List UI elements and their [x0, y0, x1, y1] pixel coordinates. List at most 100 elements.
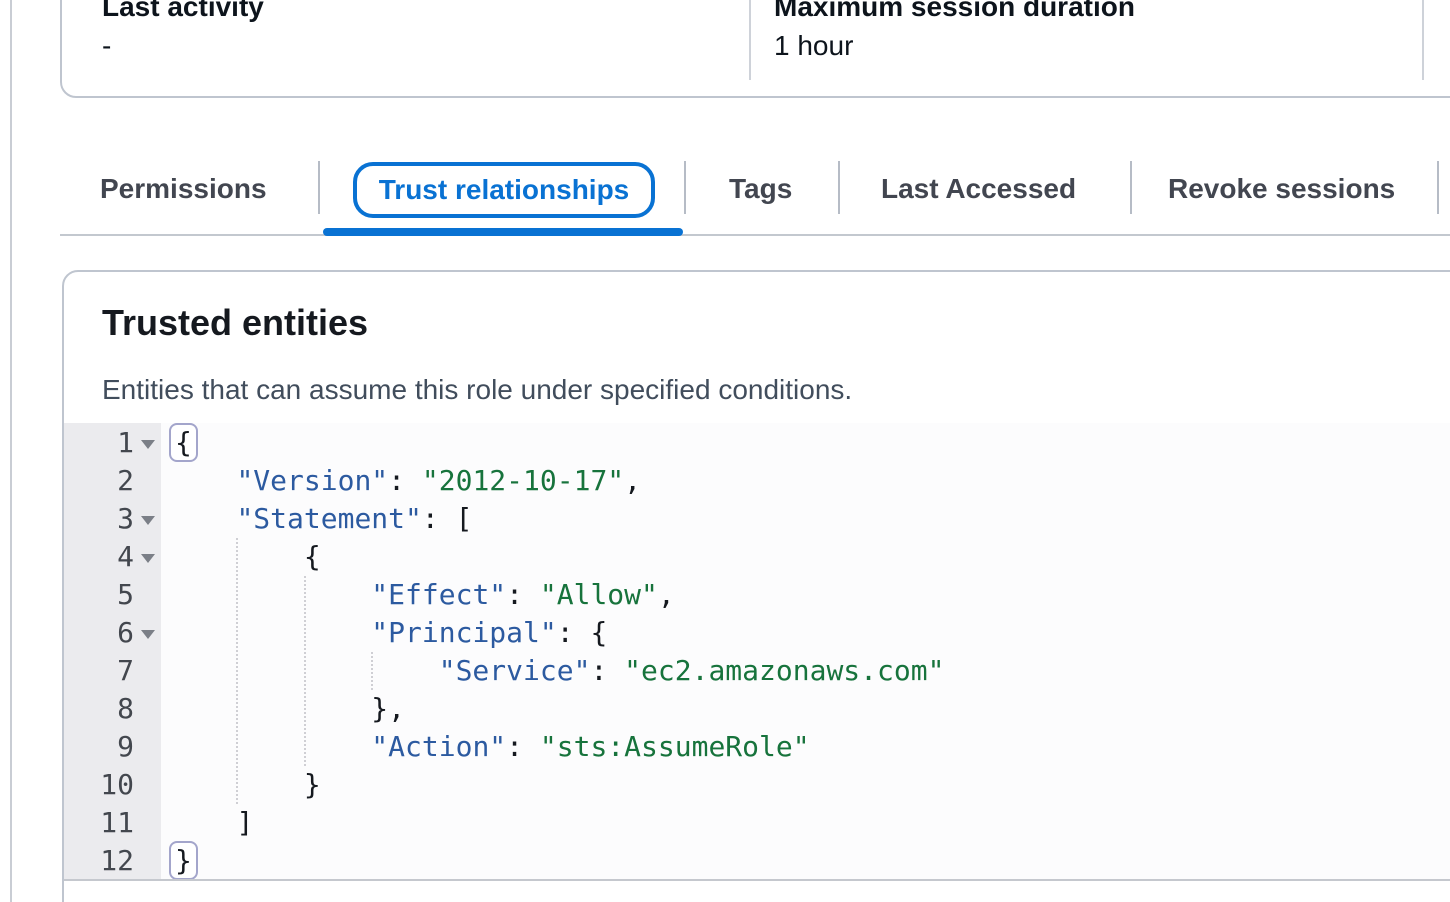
- iam-role-details-page: Last activity - Maximum session duration…: [0, 0, 1450, 902]
- matched-bracket-highlight: }: [169, 841, 198, 880]
- last-activity-value: -: [102, 28, 264, 64]
- active-tab-underline: [323, 228, 683, 236]
- indent-guide: [304, 576, 306, 766]
- code-token: [169, 502, 236, 535]
- code-line[interactable]: ]: [161, 804, 1450, 842]
- line-number[interactable]: 12: [64, 842, 134, 880]
- editor-gutter: 123456789101112: [64, 423, 161, 879]
- code-line[interactable]: "Principal": {: [161, 614, 1450, 652]
- column-divider: [1422, 0, 1424, 80]
- code-token: [169, 616, 371, 649]
- gutter-row[interactable]: 9: [64, 728, 161, 766]
- indent-guide: [371, 652, 373, 690]
- code-token: "Version": [236, 464, 388, 497]
- code-line[interactable]: "Effect": "Allow",: [161, 576, 1450, 614]
- gutter-row[interactable]: 3: [64, 500, 161, 538]
- tab-revoke-sessions[interactable]: Revoke sessions: [1168, 163, 1395, 215]
- line-number[interactable]: 3: [64, 500, 134, 538]
- code-line[interactable]: "Statement": [: [161, 500, 1450, 538]
- code-token: :: [506, 578, 540, 611]
- gutter-row[interactable]: 8: [64, 690, 161, 728]
- code-line[interactable]: {: [161, 424, 1450, 462]
- side-panel-edge: [10, 0, 12, 902]
- code-line[interactable]: "Version": "2012-10-17",: [161, 462, 1450, 500]
- fold-toggle-icon[interactable]: [141, 554, 155, 563]
- code-token: },: [371, 692, 405, 725]
- trusted-entities-title: Trusted entities: [102, 302, 368, 344]
- line-number[interactable]: 1: [64, 424, 134, 462]
- line-number[interactable]: 11: [64, 804, 134, 842]
- trusted-entities-description: Entities that can assume this role under…: [102, 370, 852, 410]
- role-summary-card: Last activity - Maximum session duration…: [60, 0, 1450, 98]
- gutter-row[interactable]: 5: [64, 576, 161, 614]
- tab-trust-relationships[interactable]: Trust relationships: [353, 162, 655, 218]
- last-activity-label: Last activity: [102, 0, 264, 24]
- tab-divider: [838, 161, 840, 214]
- tab-divider: [1437, 161, 1439, 214]
- summary-column-last-activity: Last activity -: [102, 0, 264, 64]
- code-line[interactable]: {: [161, 538, 1450, 576]
- code-token: [169, 578, 371, 611]
- max-session-duration-label: Maximum session duration: [774, 0, 1135, 24]
- code-token: : [: [422, 502, 473, 535]
- code-token: [169, 806, 236, 839]
- line-number[interactable]: 4: [64, 538, 134, 576]
- line-number[interactable]: 8: [64, 690, 134, 728]
- editor-code: { "Version": "2012-10-17", "Statement": …: [161, 423, 1450, 879]
- code-line[interactable]: }: [161, 766, 1450, 804]
- line-number[interactable]: 6: [64, 614, 134, 652]
- tab-permissions[interactable]: Permissions: [100, 163, 267, 215]
- code-line[interactable]: },: [161, 690, 1450, 728]
- code-token: "sts:AssumeRole": [540, 730, 810, 763]
- code-token: {: [304, 540, 321, 573]
- code-token: "Service": [439, 654, 591, 687]
- code-token: [169, 464, 236, 497]
- fold-toggle-icon[interactable]: [141, 630, 155, 639]
- indent-guide: [236, 538, 238, 804]
- tab-last-accessed[interactable]: Last Accessed: [881, 163, 1076, 215]
- fold-toggle-icon[interactable]: [141, 440, 155, 449]
- gutter-row[interactable]: 6: [64, 614, 161, 652]
- line-number[interactable]: 2: [64, 462, 134, 500]
- line-number[interactable]: 5: [64, 576, 134, 614]
- gutter-row[interactable]: 4: [64, 538, 161, 576]
- tabs-bottom-rule: [60, 234, 1450, 236]
- tab-divider: [684, 161, 686, 214]
- code-token: "ec2.amazonaws.com": [624, 654, 944, 687]
- tab-tags[interactable]: Tags: [729, 163, 792, 215]
- gutter-row[interactable]: 10: [64, 766, 161, 804]
- code-token: [169, 730, 371, 763]
- code-token: "Statement": [236, 502, 421, 535]
- code-token: "Action": [371, 730, 506, 763]
- code-token: : {: [557, 616, 608, 649]
- code-token: "2012-10-17": [422, 464, 624, 497]
- code-token: "Allow": [540, 578, 658, 611]
- line-number[interactable]: 9: [64, 728, 134, 766]
- column-divider: [749, 0, 751, 80]
- matched-bracket-highlight: {: [169, 423, 198, 462]
- gutter-row[interactable]: 1: [64, 424, 161, 462]
- code-token: ,: [624, 464, 641, 497]
- fold-toggle-icon[interactable]: [141, 516, 155, 525]
- code-token: }: [304, 768, 321, 801]
- gutter-row[interactable]: 7: [64, 652, 161, 690]
- gutter-row[interactable]: 2: [64, 462, 161, 500]
- code-token: ]: [236, 806, 253, 839]
- code-line[interactable]: "Action": "sts:AssumeRole": [161, 728, 1450, 766]
- code-token: [169, 692, 371, 725]
- code-token: :: [506, 730, 540, 763]
- line-number[interactable]: 7: [64, 652, 134, 690]
- tab-trust-relationships-label: Trust relationships: [379, 174, 630, 206]
- line-number[interactable]: 10: [64, 766, 134, 804]
- code-token: "Effect": [371, 578, 506, 611]
- trust-policy-json-editor[interactable]: 123456789101112 { "Version": "2012-10-17…: [64, 423, 1450, 881]
- code-token: "Principal": [371, 616, 556, 649]
- gutter-row[interactable]: 11: [64, 804, 161, 842]
- code-line[interactable]: "Service": "ec2.amazonaws.com": [161, 652, 1450, 690]
- tab-divider: [318, 161, 320, 214]
- max-session-duration-value: 1 hour: [774, 28, 1135, 64]
- gutter-row[interactable]: 12: [64, 842, 161, 880]
- code-token: :: [388, 464, 422, 497]
- code-line[interactable]: }: [161, 842, 1450, 880]
- code-token: :: [590, 654, 624, 687]
